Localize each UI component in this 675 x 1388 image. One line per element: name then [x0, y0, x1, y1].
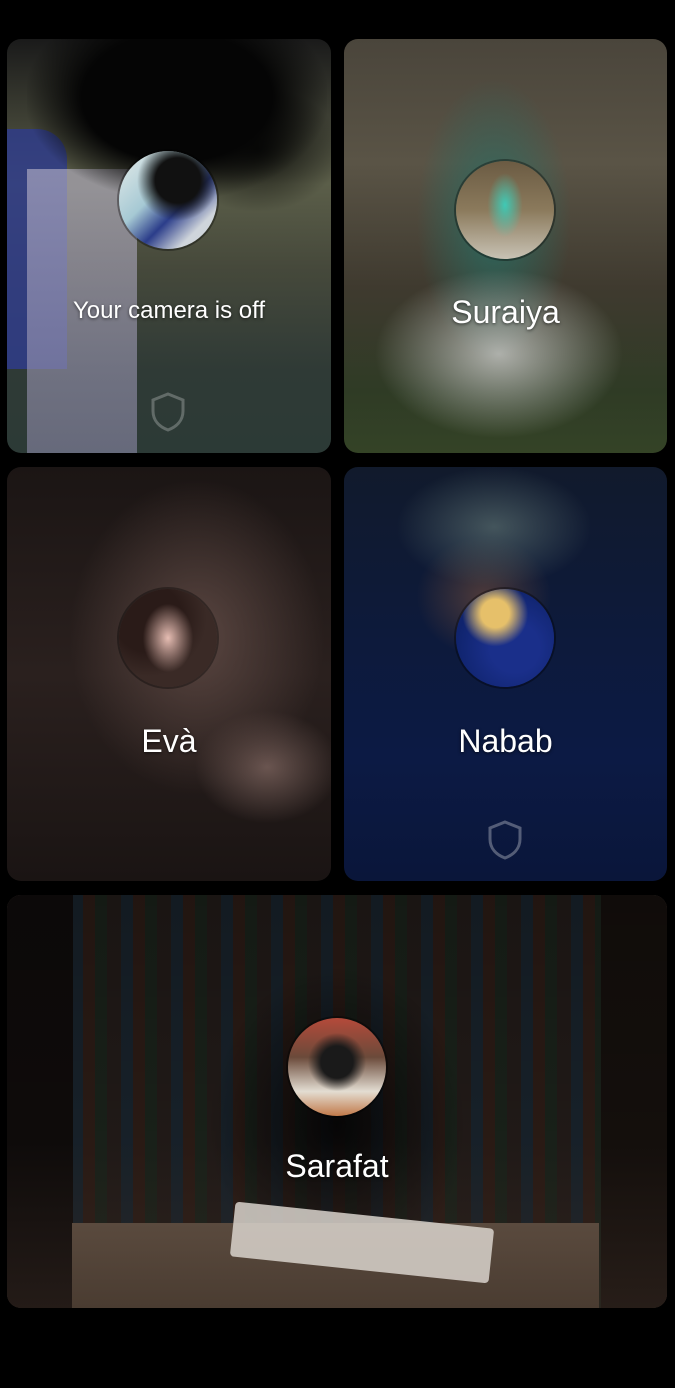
participant-name: Sarafat: [285, 1148, 389, 1184]
participant-tile-suraiya[interactable]: Suraiya: [344, 39, 667, 453]
avatar: [288, 1018, 386, 1116]
participant-tile-self[interactable]: Your camera is off: [7, 39, 331, 453]
shield-icon: [488, 820, 522, 860]
camera-off-label: Your camera is off: [72, 297, 266, 324]
participant-name: Suraiya: [451, 294, 560, 330]
participant-name: Evà: [141, 723, 197, 759]
participant-tile-nabab[interactable]: Nabab: [344, 467, 667, 881]
avatar: [456, 589, 554, 687]
participant-tile-sarafat[interactable]: Sarafat: [7, 895, 667, 1308]
participant-name: Nabab: [458, 723, 553, 759]
shield-icon: [151, 392, 185, 432]
avatar: [119, 589, 217, 687]
avatar: [456, 161, 554, 259]
participant-tile-eva[interactable]: Evà: [7, 467, 331, 881]
avatar: [119, 151, 217, 249]
